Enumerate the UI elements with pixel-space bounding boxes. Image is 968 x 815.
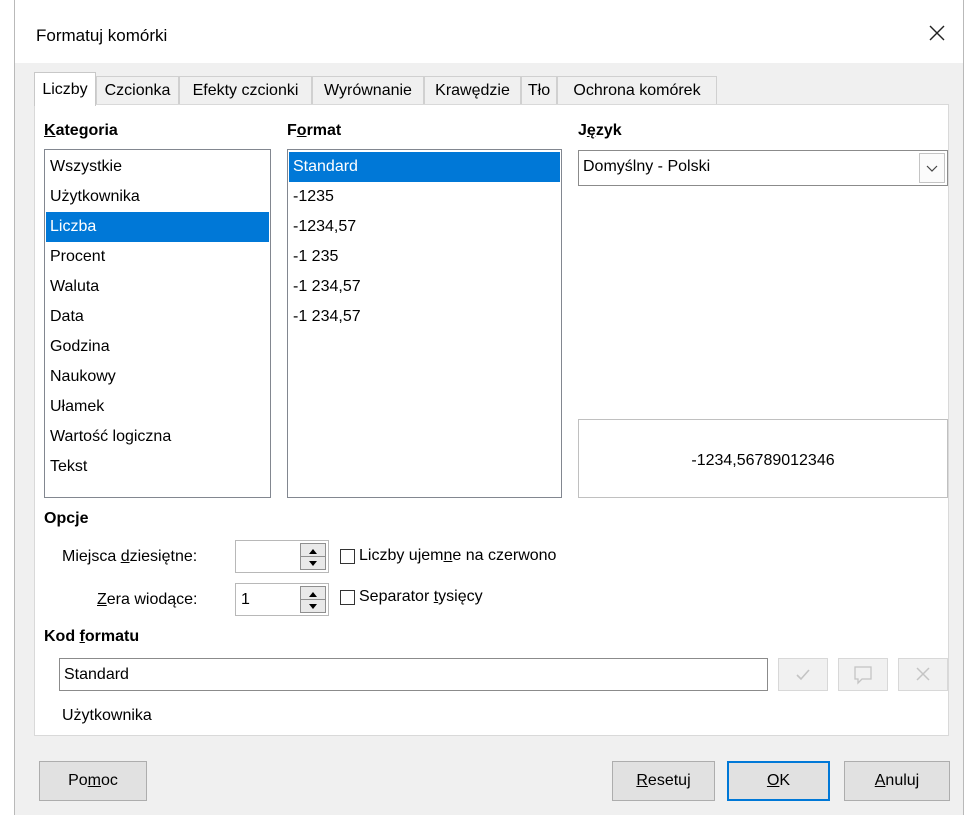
leading-zeroes-label: Zera wiodące: — [97, 591, 198, 608]
tab-label: Tło — [527, 82, 551, 99]
preview-text: -1234,56789012346 — [691, 452, 835, 469]
format-header: Format — [287, 122, 342, 139]
tab-cell-protection[interactable]: Ochrona komórek — [557, 76, 717, 105]
checkmark-icon — [796, 669, 810, 681]
chevron-down-icon — [926, 165, 938, 172]
comment-icon — [854, 666, 872, 685]
arrow-down-icon — [309, 561, 317, 566]
list-item[interactable]: Standard — [289, 152, 560, 182]
tab-font-effects[interactable]: Efekty czcionki — [179, 76, 312, 105]
decimal-places-label: Miejsca dziesiętne: — [62, 548, 198, 565]
negative-red-checkbox[interactable]: Liczby ujemne na czerwono — [340, 547, 556, 565]
list-item[interactable]: Użytkownika — [46, 182, 269, 212]
apply-code-button[interactable] — [778, 658, 828, 691]
checkbox-box[interactable] — [340, 589, 355, 605]
delete-code-button[interactable] — [898, 658, 948, 691]
list-item[interactable]: Godzina — [46, 332, 269, 362]
format-code-description: Użytkownika — [62, 707, 152, 724]
language-value: Domyślny - Polski — [583, 158, 711, 175]
arrow-down-icon — [309, 604, 317, 609]
tab-label: Ochrona komórek — [573, 82, 701, 99]
stepper-up-button[interactable] — [301, 587, 325, 600]
list-item[interactable]: Ułamek — [46, 392, 269, 422]
format-code-header: Kod formatu — [44, 628, 140, 645]
add-comment-button[interactable] — [838, 658, 888, 691]
tab-background[interactable]: Tło — [521, 76, 557, 105]
tab-label: Krawędzie — [435, 82, 510, 99]
reset-button[interactable]: Resetuj — [612, 761, 715, 801]
category-list[interactable]: Wszystkie Użytkownika Liczba Procent Wal… — [44, 149, 271, 498]
stepper-down-button[interactable] — [301, 557, 325, 570]
tab-label: Efekty czcionki — [192, 82, 299, 99]
options-header: Opcje — [44, 510, 89, 527]
leading-zeroes-stepper[interactable]: 1 — [235, 583, 329, 616]
checkbox-box[interactable] — [340, 548, 355, 564]
language-header: Język — [578, 122, 622, 139]
format-cells-dialog: Formatuj komórki Liczby Czcionka Efekty … — [14, 0, 964, 815]
tab-label: Wyrównanie — [324, 82, 412, 99]
dialog-title: Formatuj komórki — [36, 26, 168, 45]
stepper-up-button[interactable] — [301, 544, 325, 557]
decimal-places-stepper[interactable] — [235, 540, 329, 573]
delete-icon — [916, 667, 930, 681]
close-icon[interactable] — [925, 21, 949, 45]
tab-numbers[interactable]: Liczby — [34, 72, 96, 106]
list-item[interactable]: -1 234,57 — [289, 272, 560, 302]
list-item[interactable]: Waluta — [46, 272, 269, 302]
list-item[interactable]: Naukowy — [46, 362, 269, 392]
tab-borders[interactable]: Krawędzie — [424, 76, 521, 105]
numbers-panel: Kategoria Wszystkie Użytkownika Liczba P… — [34, 104, 949, 736]
list-item[interactable]: Procent — [46, 242, 269, 272]
list-item[interactable]: -1234,57 — [289, 212, 560, 242]
title-bar: Formatuj komórki — [15, 0, 963, 63]
ok-button[interactable]: OK — [727, 761, 830, 801]
list-item[interactable]: -1235 — [289, 182, 560, 212]
list-item[interactable]: -1 235 — [289, 242, 560, 272]
list-item[interactable]: Tekst — [46, 452, 269, 482]
thousands-separator-label: Separator tysięcy — [359, 588, 483, 605]
stepper-buttons — [300, 543, 326, 570]
stepper-down-button[interactable] — [301, 600, 325, 613]
list-item[interactable]: Wszystkie — [46, 152, 269, 182]
list-item[interactable]: Data — [46, 302, 269, 332]
language-select[interactable]: Domyślny - Polski — [578, 150, 948, 186]
cancel-button[interactable]: Anuluj — [844, 761, 950, 801]
format-code-input[interactable]: Standard — [59, 658, 768, 691]
format-list[interactable]: Standard -1235 -1234,57 -1 235 -1 234,57… — [287, 149, 562, 498]
list-item[interactable]: Wartość logiczna — [46, 422, 269, 452]
tab-label: Czcionka — [104, 82, 171, 99]
arrow-up-icon — [309, 549, 317, 554]
thousands-separator-checkbox[interactable]: Separator tysięcy — [340, 588, 483, 606]
stepper-buttons — [300, 586, 326, 613]
format-code-value: Standard — [64, 666, 129, 683]
negative-red-label: Liczby ujemne na czerwono — [359, 547, 557, 564]
help-button[interactable]: Pomoc — [39, 761, 147, 801]
tab-label: Liczby — [42, 81, 88, 98]
format-preview: -1234,56789012346 — [578, 419, 948, 498]
arrow-up-icon — [309, 592, 317, 597]
list-item[interactable]: -1 234,57 — [289, 302, 560, 332]
tab-font[interactable]: Czcionka — [96, 76, 179, 105]
category-header: Kategoria — [44, 122, 118, 139]
list-item[interactable]: Liczba — [46, 212, 269, 242]
dropdown-button[interactable] — [919, 153, 945, 183]
leading-zeroes-value: 1 — [241, 591, 250, 608]
tab-alignment[interactable]: Wyrównanie — [312, 76, 424, 105]
